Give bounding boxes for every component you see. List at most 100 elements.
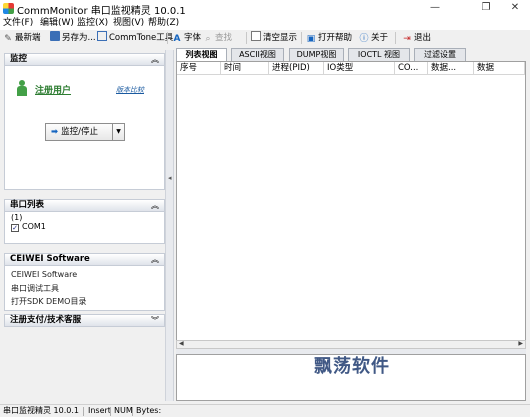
minimize-button[interactable]: —	[420, 0, 450, 17]
font-button[interactable]: A 字体	[172, 31, 202, 45]
open-help-button[interactable]: ▣ 打开帮助	[306, 31, 352, 45]
new-session-button[interactable]: ✎ 最新端	[3, 31, 41, 45]
ceiwei-software-link[interactable]: CEIWEI Software	[11, 270, 77, 279]
column-header-index[interactable]: 序号	[177, 62, 221, 75]
exit-label: 退出	[414, 33, 432, 43]
exit-button[interactable]: ⇥ 退出	[402, 31, 431, 45]
menu-view[interactable]: 视图(V)	[113, 17, 144, 30]
status-insert-mode: Insert	[88, 406, 111, 415]
toolbar-separator	[246, 32, 247, 44]
title-bar: CommMonitor 串口监视精灵 10.0.1 — ❐ ✕	[0, 0, 530, 17]
app-icon	[3, 3, 14, 14]
toolbar-separator	[301, 32, 302, 44]
clear-display-button[interactable]: 清空显示	[251, 31, 297, 45]
port-name: COM1	[22, 222, 46, 231]
scroll-left-icon[interactable]: ◀	[179, 340, 184, 347]
registered-user-link[interactable]: 注册用户	[35, 83, 71, 96]
monitor-panel-header[interactable]: 监控 ︽	[4, 53, 165, 66]
find-label: 查找	[215, 33, 233, 43]
menu-monitor[interactable]: 监控(X)	[77, 17, 108, 30]
collapse-arrow-icon[interactable]: ◂	[168, 174, 172, 182]
tab-dump-view[interactable]: DUMP视图	[289, 48, 344, 61]
maximize-button[interactable]: ❐	[471, 0, 501, 17]
column-header-time[interactable]: 时间	[221, 62, 269, 75]
monitor-panel-body: 注册用户 版本比较 ➡ 监控/停止 ▼	[4, 66, 165, 190]
port-list-item[interactable]: ✓ COM1	[11, 222, 46, 232]
about-label: 关于	[371, 33, 389, 43]
exit-icon: ⇥	[403, 34, 411, 44]
status-app-version: 串口监视精灵 10.0.1	[3, 406, 79, 415]
toolbar-separator	[395, 32, 396, 44]
ceiwei-panel-title: CEIWEI Software	[10, 254, 90, 264]
tab-list-view[interactable]: 列表视图	[176, 48, 227, 62]
support-panel-header[interactable]: 注册支付/技术客服 ︾	[4, 314, 165, 327]
status-num-lock: NUM	[114, 406, 133, 415]
monitor-dropdown-button[interactable]: ▼	[113, 123, 125, 141]
chevron-down-icon: ▼	[116, 128, 121, 135]
monitor-stop-label: 监控/停止	[61, 127, 98, 137]
status-bytes: Bytes:	[136, 406, 162, 415]
version-compare-link[interactable]: 版本比较	[116, 85, 144, 95]
chevron-up-icon[interactable]: ︽	[151, 200, 159, 211]
tool-icon	[97, 31, 107, 41]
sdk-demo-link[interactable]: 打开SDK DEMO目录	[11, 296, 86, 307]
window-title: CommMonitor 串口监视精灵 10.0.1	[17, 6, 186, 17]
help-book-icon: ▣	[306, 34, 316, 44]
scroll-right-icon[interactable]: ▶	[518, 340, 523, 347]
commtone-button[interactable]: CommTone工具	[97, 31, 173, 45]
status-separator	[83, 407, 84, 416]
horizontal-scrollbar[interactable]: ◀ ▶	[176, 340, 526, 349]
arrow-right-icon: ➡	[51, 127, 59, 137]
save-icon	[50, 31, 60, 41]
left-panel: 监控 ︽ 注册用户 版本比较 ➡ 监控/停止 ▼ 串口列表 ︽ (1) ✓ COM1…	[4, 50, 165, 401]
view-tabs: 列表视图 ASCII视图 DUMP视图 IOCTL 视图 过滤设置	[176, 48, 526, 62]
tab-ioctl-view[interactable]: IOCTL 视图	[348, 48, 410, 61]
tab-ascii-view[interactable]: ASCII视图	[231, 48, 284, 61]
port-panel-body: (1) ✓ COM1	[4, 212, 165, 244]
column-header-io-type[interactable]: IO类型	[324, 62, 395, 75]
column-header-process[interactable]: 进程(PID)	[269, 62, 324, 75]
status-separator	[132, 407, 133, 416]
menu-bar: 文件(F) 编辑(W) 监控(X) 视图(V) 帮助(Z)	[0, 17, 530, 30]
port-count: (1)	[11, 213, 23, 222]
about-button[interactable]: ⓘ 关于	[359, 31, 388, 45]
clear-icon	[251, 31, 261, 41]
info-icon: ⓘ	[359, 34, 369, 44]
chevron-up-icon[interactable]: ︽	[151, 254, 159, 265]
menu-file[interactable]: 文件(F)	[3, 17, 33, 30]
tab-filter-settings[interactable]: 过滤设置	[414, 48, 466, 61]
new-session-label: 最新端	[15, 33, 41, 43]
ceiwei-panel-header[interactable]: CEIWEI Software ︽	[4, 253, 165, 266]
clear-display-label: 清空显示	[263, 33, 298, 43]
menu-edit[interactable]: 编辑(W)	[40, 17, 74, 30]
vertical-splitter[interactable]: ◂	[165, 50, 174, 401]
font-label: 字体	[184, 33, 202, 43]
commtone-label: CommTone工具	[109, 33, 174, 43]
monitor-stop-button[interactable]: ➡ 监控/停止	[45, 123, 113, 141]
port-panel-header[interactable]: 串口列表 ︽	[4, 199, 165, 212]
chevron-up-icon[interactable]: ︽	[151, 54, 159, 65]
open-help-label: 打开帮助	[318, 33, 353, 43]
status-bar: 串口监视精灵 10.0.1 Insert NUM Bytes:	[0, 404, 530, 417]
find-button[interactable]: ⌕ 查找	[203, 31, 232, 45]
menu-help[interactable]: 帮助(Z)	[148, 17, 179, 30]
column-header-data[interactable]: 数据	[474, 62, 525, 75]
column-header-data-length[interactable]: 数据...	[428, 62, 474, 75]
port-checkbox[interactable]: ✓	[11, 224, 19, 232]
toolbar-separator	[167, 32, 168, 44]
chevron-down-icon[interactable]: ︾	[151, 315, 159, 326]
column-header-com[interactable]: CO...	[395, 62, 428, 75]
watermark: 飘荡软件	[314, 356, 390, 377]
close-button[interactable]: ✕	[500, 0, 530, 17]
port-panel-title: 串口列表	[10, 200, 45, 210]
packet-list[interactable]: 序号 时间 进程(PID) IO类型 CO... 数据... 数据	[176, 61, 526, 349]
ceiwei-panel-body: CEIWEI Software 串口调试工具 打开SDK DEMO目录	[4, 266, 165, 311]
font-icon: A	[173, 34, 181, 44]
support-panel-title: 注册支付/技术客服	[10, 315, 82, 325]
save-as-button[interactable]: 另存为...	[50, 31, 96, 45]
serial-debug-tool-link[interactable]: 串口调试工具	[11, 283, 59, 294]
search-icon: ⌕	[205, 34, 211, 44]
wand-icon: ✎	[4, 34, 12, 44]
user-icon	[17, 80, 27, 96]
status-separator	[110, 407, 111, 416]
